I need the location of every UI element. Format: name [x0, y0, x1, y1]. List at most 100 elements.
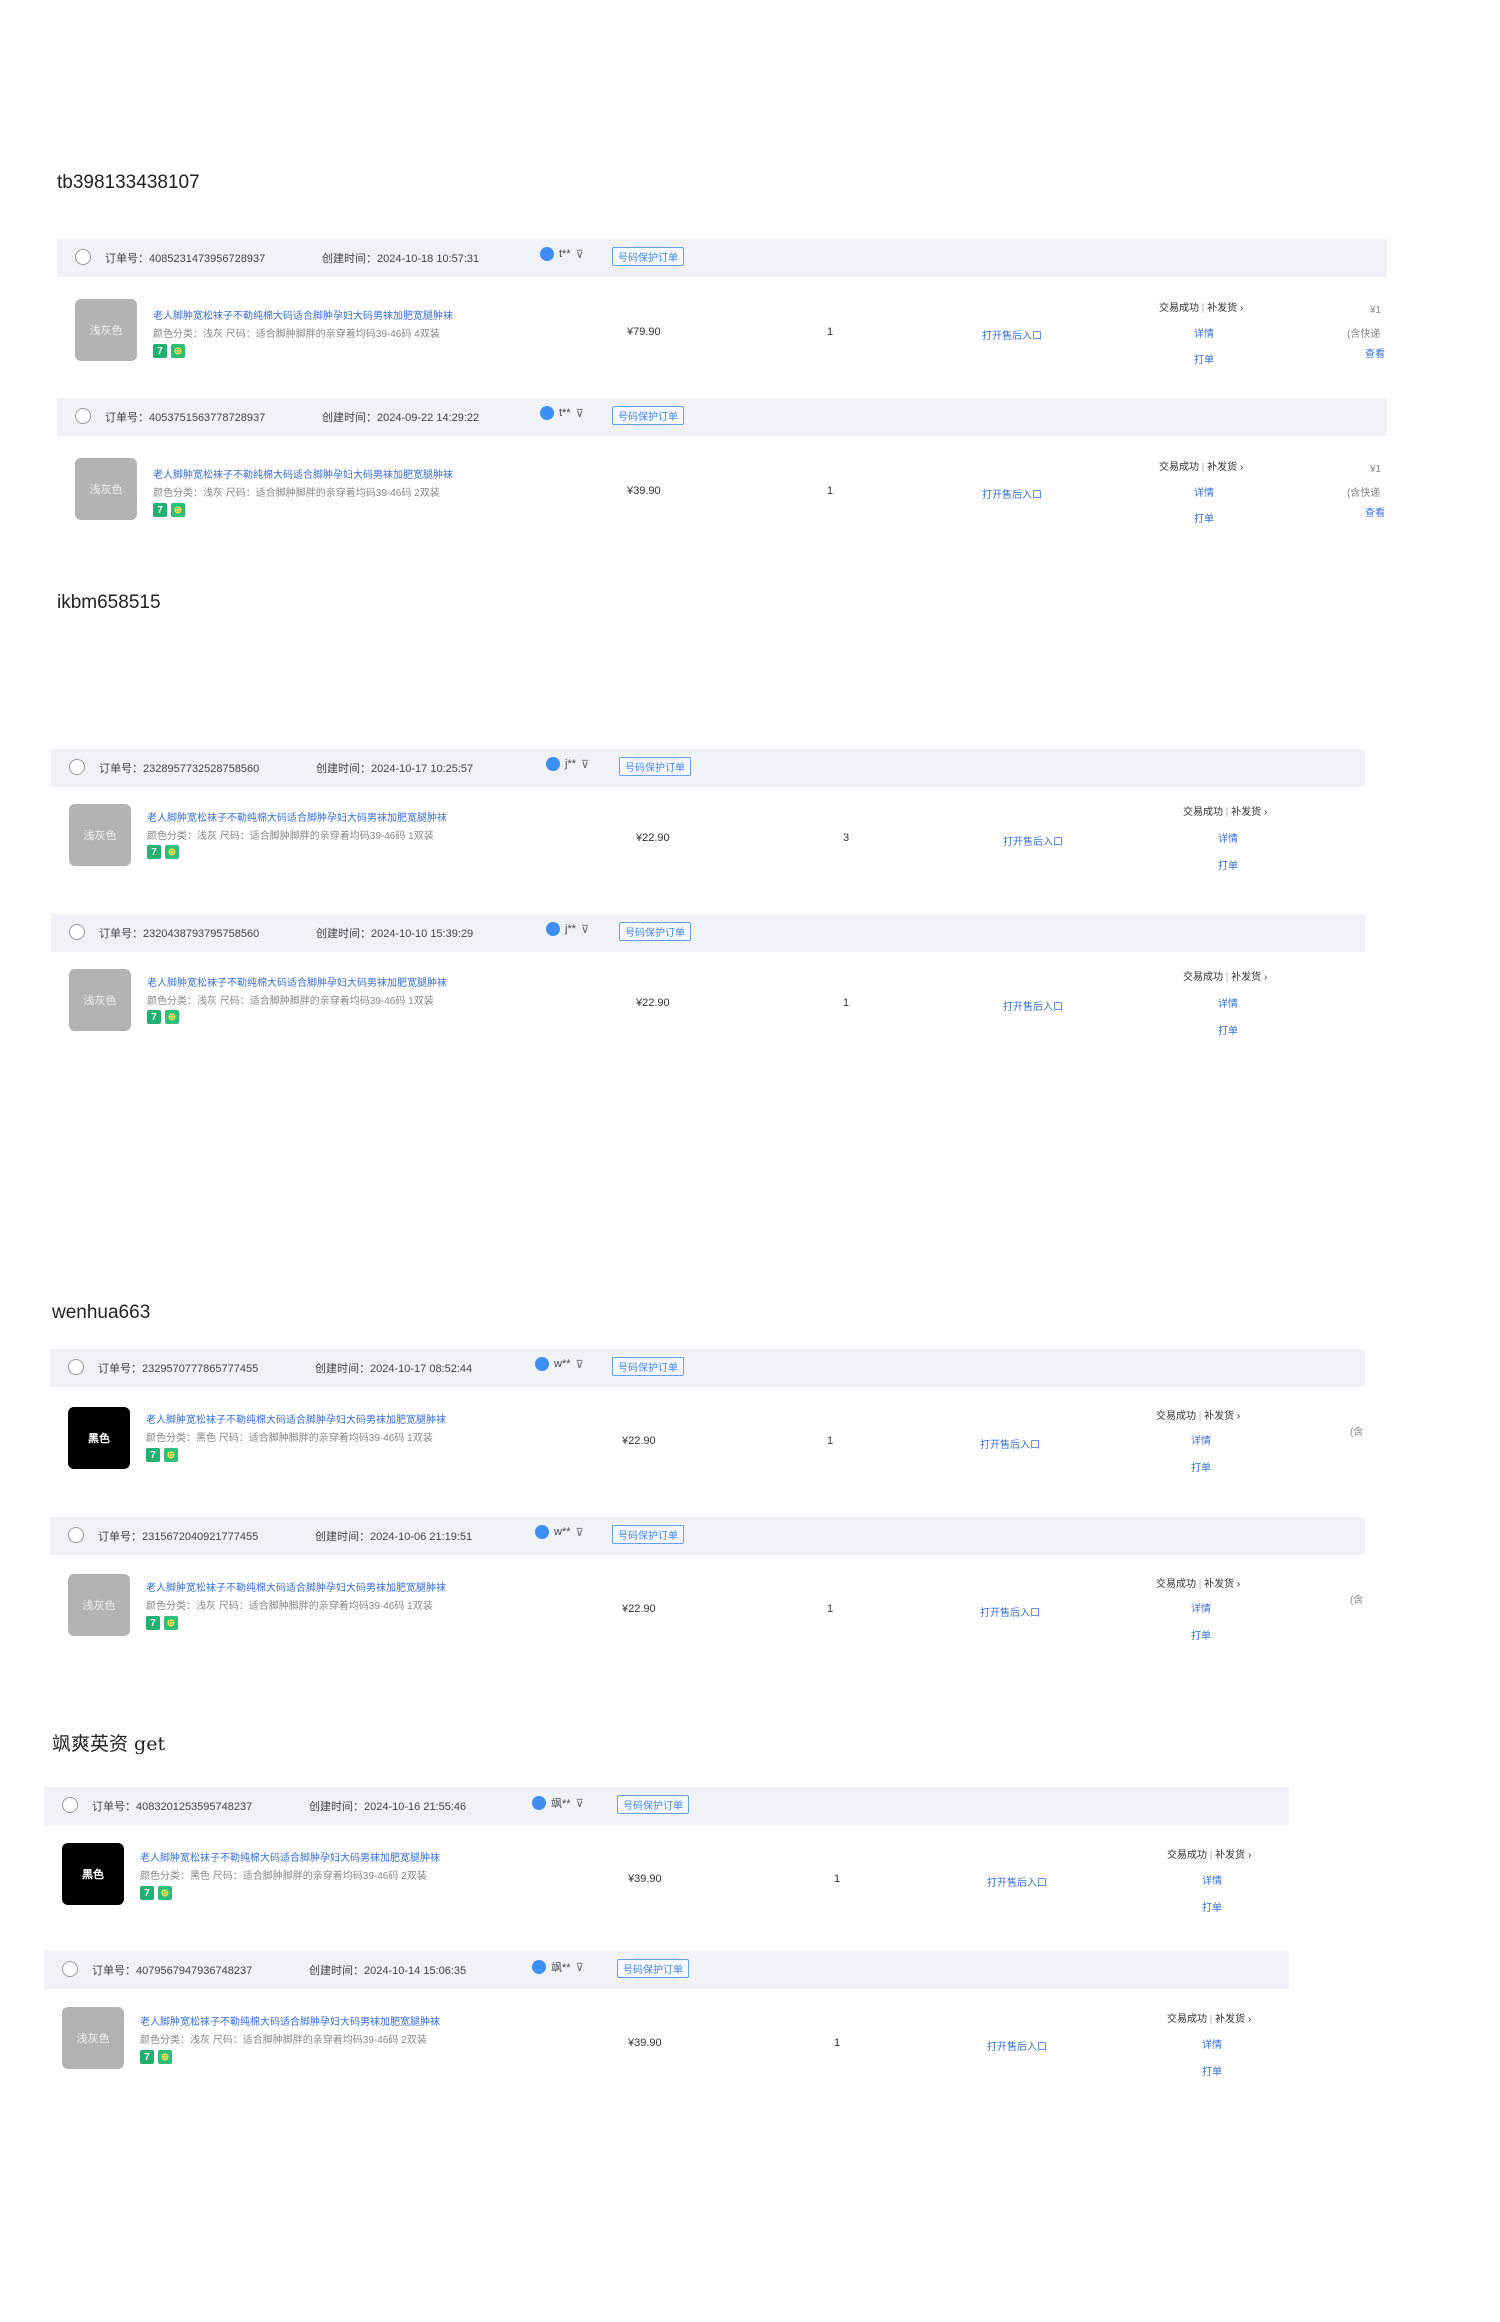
- product-thumbnail[interactable]: 浅灰色: [75, 458, 137, 520]
- resend-link[interactable]: 补发货 ›: [1231, 807, 1267, 818]
- detail-link[interactable]: 详情: [1194, 325, 1214, 340]
- open-aftersale-link[interactable]: 打开售后入口: [1003, 998, 1063, 1013]
- status-text: 交易成功: [1183, 972, 1223, 983]
- order-checkbox[interactable]: [75, 249, 91, 265]
- buyer-info[interactable]: w** ⊽: [535, 1525, 584, 1539]
- resend-link[interactable]: 补发货 ›: [1207, 303, 1243, 314]
- order-checkbox[interactable]: [62, 1961, 78, 1977]
- product-title-link[interactable]: 老人脚肿宽松袜子不勒纯棉大码适合脚肿孕妇大码男袜加肥宽腿肿袜: [153, 466, 453, 481]
- product-title-link[interactable]: 老人脚肿宽松袜子不勒纯棉大码适合脚肿孕妇大码男袜加肥宽腿肿袜: [153, 307, 453, 322]
- gift-icon: ⊕: [171, 344, 185, 358]
- flag-icon[interactable]: ⊽: [581, 923, 589, 936]
- print-link[interactable]: 打单: [1218, 857, 1238, 872]
- service-icons: 7 ⊕: [140, 2050, 172, 2064]
- product-title-link[interactable]: 老人脚肿宽松袜子不勒纯棉大码适合脚肿孕妇大码男袜加肥宽腿肿袜: [146, 1579, 446, 1594]
- order-checkbox[interactable]: [75, 408, 91, 424]
- flag-icon[interactable]: ⊽: [576, 1797, 584, 1810]
- buyer-info[interactable]: t** ⊽: [540, 247, 584, 261]
- number-protection-tag: 号码保护订单: [619, 757, 691, 776]
- quantity: 1: [827, 1603, 834, 1615]
- resend-link[interactable]: 补发货 ›: [1207, 462, 1243, 473]
- total-amount: ¥1: [1370, 305, 1382, 316]
- resend-link[interactable]: 补发货 ›: [1215, 1850, 1251, 1861]
- open-aftersale-link[interactable]: 打开售后入口: [980, 1436, 1040, 1451]
- flag-icon[interactable]: ⊽: [576, 1526, 584, 1539]
- status-text: 交易成功: [1167, 1850, 1207, 1861]
- product-thumbnail[interactable]: 黑色: [68, 1407, 130, 1469]
- buyer-info[interactable]: 飒** ⊽: [532, 1959, 584, 1975]
- flag-icon[interactable]: ⊽: [576, 1961, 584, 1974]
- flag-icon[interactable]: ⊽: [576, 248, 584, 261]
- resend-link[interactable]: 补发货 ›: [1204, 1579, 1240, 1590]
- print-link[interactable]: 打单: [1218, 1022, 1238, 1037]
- view-link[interactable]: 查看: [1365, 504, 1385, 519]
- order-checkbox[interactable]: [68, 1359, 84, 1375]
- product-title-link[interactable]: 老人脚肿宽松袜子不勒纯棉大码适合脚肿孕妇大码男袜加肥宽腿肿袜: [146, 1411, 446, 1426]
- buyer-avatar-icon: [540, 247, 554, 261]
- view-link[interactable]: 查看: [1365, 345, 1385, 360]
- total-amount: ¥1: [1370, 464, 1382, 475]
- order-checkbox[interactable]: [62, 1797, 78, 1813]
- order-checkbox[interactable]: [68, 1527, 84, 1543]
- buyer-info[interactable]: w** ⊽: [535, 1357, 584, 1371]
- flag-icon[interactable]: ⊽: [576, 407, 584, 420]
- detail-link[interactable]: 详情: [1218, 830, 1238, 845]
- product-thumbnail[interactable]: 浅灰色: [69, 969, 131, 1031]
- thumbnail-label: 浅灰色: [89, 484, 123, 496]
- product-title-link[interactable]: 老人脚肿宽松袜子不勒纯棉大码适合脚肿孕妇大码男袜加肥宽腿肿袜: [147, 809, 447, 824]
- shipping-note: (含快递: [1347, 329, 1381, 340]
- status-text: 交易成功: [1183, 807, 1223, 818]
- order-status: 交易成功 | 补发货 ›: [1156, 1407, 1240, 1422]
- open-aftersale-link[interactable]: 打开售后入口: [980, 1604, 1040, 1619]
- seven-day-return-icon: 7: [147, 845, 161, 859]
- detail-link[interactable]: 详情: [1202, 1872, 1222, 1887]
- product-title-link[interactable]: 老人脚肿宽松袜子不勒纯棉大码适合脚肿孕妇大码男袜加肥宽腿肿袜: [140, 2013, 440, 2028]
- buyer-info[interactable]: j** ⊽: [546, 922, 589, 936]
- print-link[interactable]: 打单: [1202, 2063, 1222, 2078]
- product-thumbnail[interactable]: 浅灰色: [68, 1574, 130, 1636]
- open-aftersale-link[interactable]: 打开售后入口: [982, 486, 1042, 501]
- order-checkbox[interactable]: [69, 924, 85, 940]
- product-title-link[interactable]: 老人脚肿宽松袜子不勒纯棉大码适合脚肿孕妇大码男袜加肥宽腿肿袜: [140, 1849, 440, 1864]
- open-aftersale-link[interactable]: 打开售后入口: [987, 1874, 1047, 1889]
- resend-link[interactable]: 补发货 ›: [1215, 2014, 1251, 2025]
- buyer-info[interactable]: j** ⊽: [546, 757, 589, 771]
- print-link[interactable]: 打单: [1202, 1899, 1222, 1914]
- product-title-link[interactable]: 老人脚肿宽松袜子不勒纯棉大码适合脚肿孕妇大码男袜加肥宽腿肿袜: [147, 974, 447, 989]
- section-title: 飒爽英资 get: [52, 1733, 166, 1755]
- buyer-name: 飒**: [551, 1962, 571, 1974]
- product-thumbnail[interactable]: 浅灰色: [62, 2007, 124, 2069]
- section-title: ikbm658515: [57, 592, 161, 613]
- print-link[interactable]: 打单: [1194, 510, 1214, 525]
- detail-link[interactable]: 详情: [1202, 2036, 1222, 2051]
- product-thumbnail[interactable]: 黑色: [62, 1843, 124, 1905]
- print-link[interactable]: 打单: [1191, 1459, 1211, 1474]
- order-created-time: 创建时间：2024-10-10 15:39:29: [316, 928, 474, 940]
- status-separator: |: [1225, 972, 1229, 983]
- flag-icon[interactable]: ⊽: [576, 1358, 584, 1371]
- open-aftersale-link[interactable]: 打开售后入口: [987, 2038, 1047, 2053]
- open-aftersale-link[interactable]: 打开售后入口: [1003, 833, 1063, 848]
- gift-icon: ⊕: [171, 503, 185, 517]
- seven-day-return-icon: 7: [153, 344, 167, 358]
- buyer-info[interactable]: 飒** ⊽: [532, 1795, 584, 1811]
- open-aftersale-link[interactable]: 打开售后入口: [982, 327, 1042, 342]
- quantity: 1: [843, 997, 850, 1009]
- status-text: 交易成功: [1156, 1579, 1196, 1590]
- print-link[interactable]: 打单: [1194, 351, 1214, 366]
- detail-link[interactable]: 详情: [1218, 995, 1238, 1010]
- product-spec: 颜色分类：黑色 尺码：适合脚肿脚胖的亲穿着均码39-46码 1双装: [146, 1433, 433, 1444]
- order-number: 订单号：2329570777865777455: [98, 1363, 259, 1375]
- product-thumbnail[interactable]: 浅灰色: [75, 299, 137, 361]
- detail-link[interactable]: 详情: [1191, 1600, 1211, 1615]
- resend-link[interactable]: 补发货 ›: [1204, 1411, 1240, 1422]
- order-checkbox[interactable]: [69, 759, 85, 775]
- detail-link[interactable]: 详情: [1191, 1432, 1211, 1447]
- print-link[interactable]: 打单: [1191, 1627, 1211, 1642]
- flag-icon[interactable]: ⊽: [581, 758, 589, 771]
- detail-link[interactable]: 详情: [1194, 484, 1214, 499]
- order-number: 订单号：2315672040921777455: [98, 1531, 259, 1543]
- buyer-info[interactable]: t** ⊽: [540, 406, 584, 420]
- resend-link[interactable]: 补发货 ›: [1231, 972, 1267, 983]
- product-thumbnail[interactable]: 浅灰色: [69, 804, 131, 866]
